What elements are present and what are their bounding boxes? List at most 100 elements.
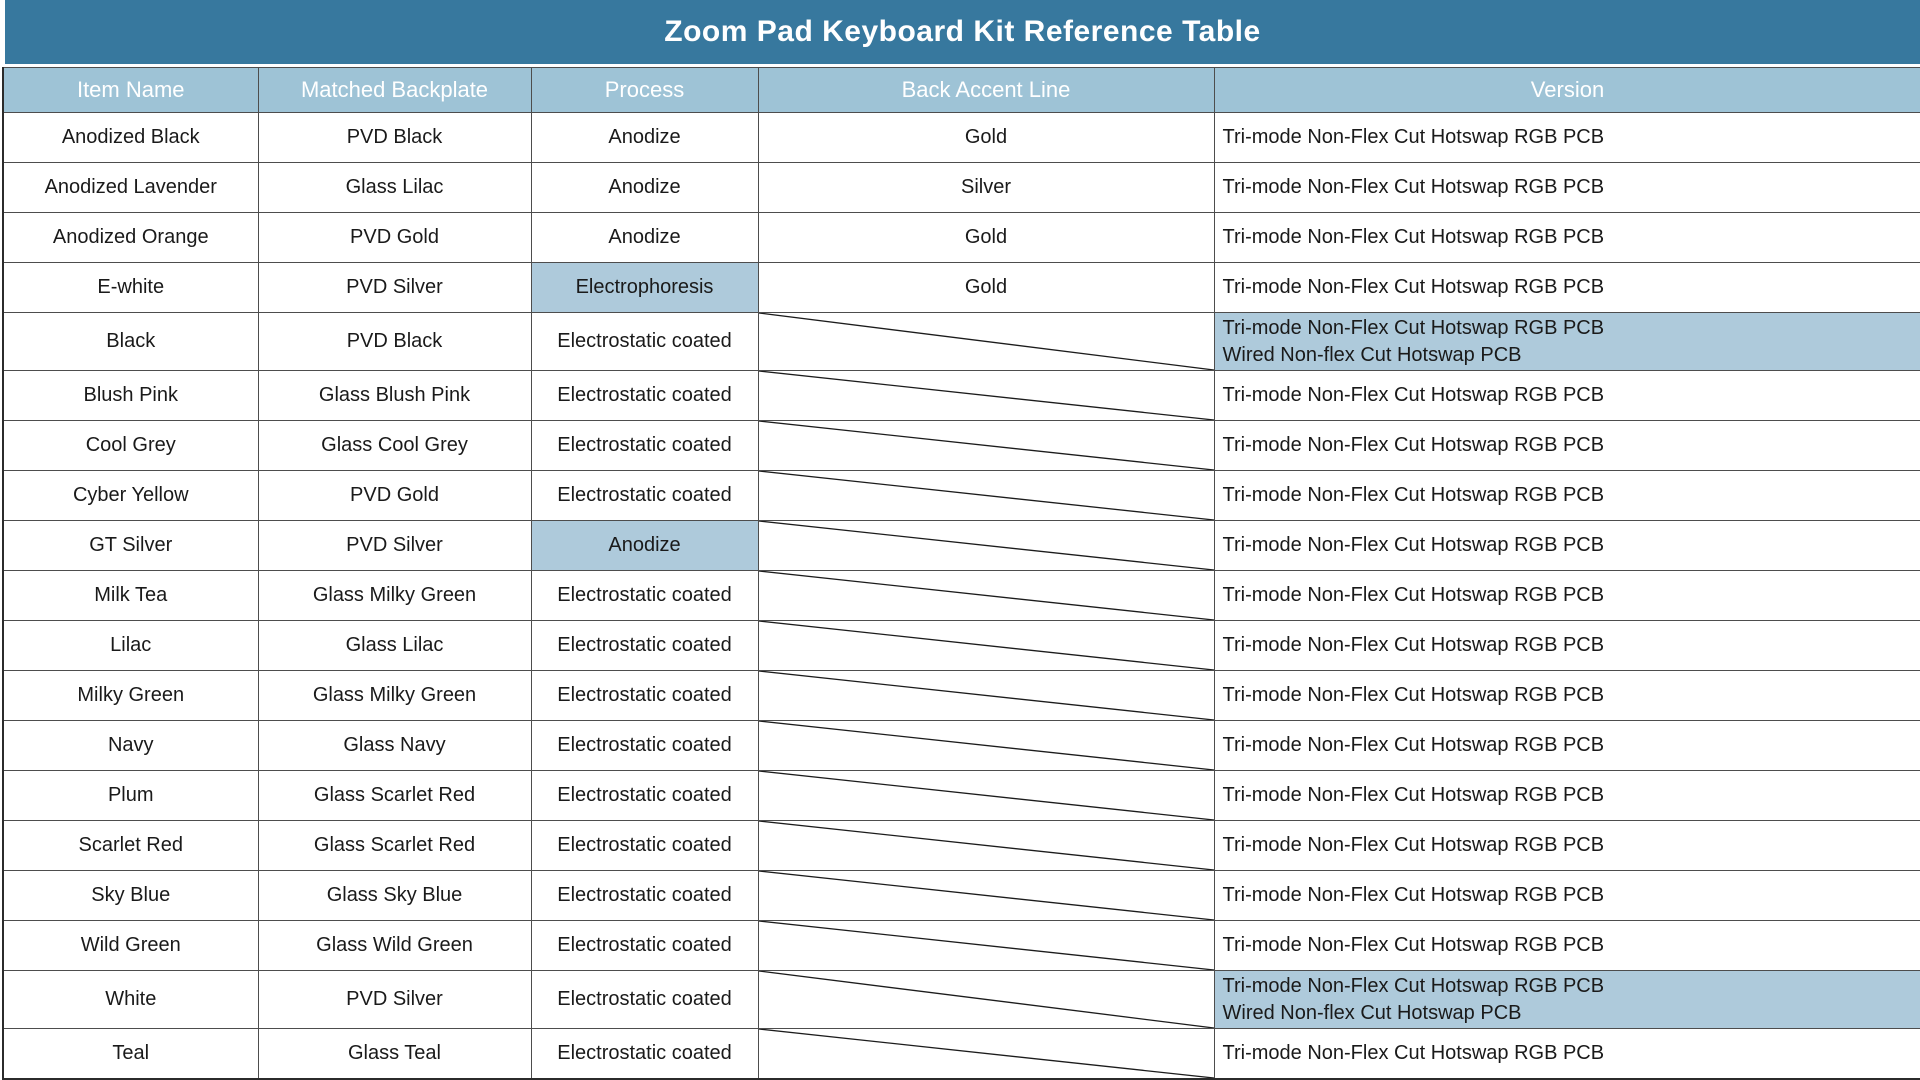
na-diagonal-line <box>759 771 1214 820</box>
cell-item-name: Milk Tea <box>3 571 258 621</box>
cell-back-accent-line <box>758 871 1214 921</box>
cell-item-name: Sky Blue <box>3 871 258 921</box>
na-diagonal-line <box>759 971 1214 1028</box>
table-title-bar: Zoom Pad Keyboard Kit Reference Table <box>5 0 1920 67</box>
cell-version: Tri-mode Non-Flex Cut Hotswap RGB PCB <box>1214 871 1920 921</box>
cell-matched-backplate: PVD Black <box>258 313 531 371</box>
cell-back-accent-line: Silver <box>758 163 1214 213</box>
cell-version: Tri-mode Non-Flex Cut Hotswap RGB PCB <box>1214 771 1920 821</box>
na-diagonal-line <box>759 571 1214 620</box>
cell-item-name: Scarlet Red <box>3 821 258 871</box>
cell-item-name: Anodized Orange <box>3 213 258 263</box>
version-line: Tri-mode Non-Flex Cut Hotswap RGB PCB <box>1223 224 1920 251</box>
cell-version: Tri-mode Non-Flex Cut Hotswap RGB PCB <box>1214 1029 1920 1080</box>
version-line: Tri-mode Non-Flex Cut Hotswap RGB PCB <box>1223 124 1920 151</box>
cell-matched-backplate: Glass Scarlet Red <box>258 771 531 821</box>
na-diagonal-line <box>759 521 1214 570</box>
cell-matched-backplate: Glass Cool Grey <box>258 421 531 471</box>
cell-back-accent-line <box>758 571 1214 621</box>
cell-matched-backplate: Glass Lilac <box>258 621 531 671</box>
na-diagonal-line <box>759 471 1214 520</box>
cell-process: Anodize <box>531 521 758 571</box>
cell-process: Electrostatic coated <box>531 1029 758 1080</box>
table-row: PlumGlass Scarlet RedElectrostatic coate… <box>3 771 1920 821</box>
table-row: Sky BlueGlass Sky BlueElectrostatic coat… <box>3 871 1920 921</box>
cell-process: Electrostatic coated <box>531 871 758 921</box>
cell-item-name: GT Silver <box>3 521 258 571</box>
table-row: TealGlass TealElectrostatic coated Tri-mo… <box>3 1029 1920 1080</box>
cell-back-accent-line <box>758 971 1214 1029</box>
table-body: Anodized BlackPVD BlackAnodizeGoldTri-mo… <box>3 113 1920 1080</box>
na-diagonal-line <box>759 313 1214 370</box>
col-header-process: Process <box>531 68 758 113</box>
table-row: Cyber YellowPVD GoldElectrostatic coated… <box>3 471 1920 521</box>
table-row: Milk TeaGlass Milky GreenElectrostatic c… <box>3 571 1920 621</box>
cell-item-name: White <box>3 971 258 1029</box>
cell-item-name: Navy <box>3 721 258 771</box>
table-row: Anodized LavenderGlass LilacAnodizeSilve… <box>3 163 1920 213</box>
version-line: Tri-mode Non-Flex Cut Hotswap RGB PCB <box>1223 274 1920 301</box>
na-diagonal-line <box>759 621 1214 670</box>
na-diagonal-line <box>759 421 1214 470</box>
cell-item-name: Wild Green <box>3 921 258 971</box>
cell-process: Electrostatic coated <box>531 371 758 421</box>
cell-version: Tri-mode Non-Flex Cut Hotswap RGB PCB <box>1214 471 1920 521</box>
table-row: E-whitePVD SilverElectrophoresisGoldTri-… <box>3 263 1920 313</box>
table-row: Wild GreenGlass Wild GreenElectrostatic … <box>3 921 1920 971</box>
cell-matched-backplate: Glass Blush Pink <box>258 371 531 421</box>
version-line: Tri-mode Non-Flex Cut Hotswap RGB PCB <box>1223 932 1920 959</box>
cell-back-accent-line <box>758 771 1214 821</box>
cell-version: Tri-mode Non-Flex Cut Hotswap RGB PCB <box>1214 921 1920 971</box>
cell-item-name: Cool Grey <box>3 421 258 471</box>
cell-back-accent-line <box>758 421 1214 471</box>
table-row: WhitePVD SilverElectrostatic coated Tri-m… <box>3 971 1920 1029</box>
cell-process: Anodize <box>531 163 758 213</box>
cell-back-accent-line: Gold <box>758 213 1214 263</box>
table-row: Anodized OrangePVD GoldAnodizeGoldTri-mo… <box>3 213 1920 263</box>
cell-back-accent-line <box>758 921 1214 971</box>
version-line: Tri-mode Non-Flex Cut Hotswap RGB PCB <box>1223 832 1920 859</box>
version-line: Wired Non-flex Cut Hotswap PCB <box>1223 1000 1920 1027</box>
cell-matched-backplate: Glass Milky Green <box>258 671 531 721</box>
version-line: Tri-mode Non-Flex Cut Hotswap RGB PCB <box>1223 1040 1920 1067</box>
cell-version: Tri-mode Non-Flex Cut Hotswap RGB PCBWir… <box>1214 971 1920 1029</box>
cell-back-accent-line <box>758 621 1214 671</box>
cell-back-accent-line <box>758 371 1214 421</box>
cell-matched-backplate: PVD Silver <box>258 971 531 1029</box>
cell-back-accent-line: Gold <box>758 113 1214 163</box>
table-row: NavyGlass NavyElectrostatic coatedTri-mo… <box>3 721 1920 771</box>
cell-item-name: Teal <box>3 1029 258 1080</box>
cell-matched-backplate: PVD Silver <box>258 263 531 313</box>
cell-matched-backplate: Glass Teal <box>258 1029 531 1080</box>
cell-version: Tri-mode Non-Flex Cut Hotswap RGB PCB <box>1214 721 1920 771</box>
na-diagonal-line <box>759 921 1214 970</box>
cell-item-name: Milky Green <box>3 671 258 721</box>
version-line: Tri-mode Non-Flex Cut Hotswap RGB PCB <box>1223 432 1920 459</box>
version-line: Tri-mode Non-Flex Cut Hotswap RGB PCB <box>1223 732 1920 759</box>
cell-matched-backplate: Glass Navy <box>258 721 531 771</box>
cell-back-accent-line <box>758 471 1214 521</box>
cell-back-accent-line <box>758 721 1214 771</box>
cell-matched-backplate: PVD Gold <box>258 471 531 521</box>
cell-matched-backplate: Glass Scarlet Red <box>258 821 531 871</box>
version-line: Tri-mode Non-Flex Cut Hotswap RGB PCB <box>1223 682 1920 709</box>
cell-version: Tri-mode Non-Flex Cut Hotswap RGB PCB <box>1214 821 1920 871</box>
cell-item-name: Anodized Lavender <box>3 163 258 213</box>
col-header-item-name: Item Name <box>3 68 258 113</box>
table-header: Item Name Matched Backplate Process Back… <box>3 68 1920 113</box>
cell-item-name: E-white <box>3 263 258 313</box>
version-line: Tri-mode Non-Flex Cut Hotswap RGB PCB <box>1223 174 1920 201</box>
cell-process: Electrostatic coated <box>531 821 758 871</box>
cell-process: Electrostatic coated <box>531 971 758 1029</box>
cell-version: Tri-mode Non-Flex Cut Hotswap RGB PCB <box>1214 621 1920 671</box>
cell-process: Anodize <box>531 113 758 163</box>
cell-version: Tri-mode Non-Flex Cut Hotswap RGB PCB <box>1214 521 1920 571</box>
cell-item-name: Lilac <box>3 621 258 671</box>
cell-matched-backplate: Glass Milky Green <box>258 571 531 621</box>
version-line: Tri-mode Non-Flex Cut Hotswap RGB PCB <box>1223 382 1920 409</box>
table-row: Milky GreenGlass Milky GreenElectrostati… <box>3 671 1920 721</box>
version-line: Tri-mode Non-Flex Cut Hotswap RGB PCB <box>1223 482 1920 509</box>
cell-matched-backplate: Glass Sky Blue <box>258 871 531 921</box>
version-line: Tri-mode Non-Flex Cut Hotswap RGB PCB <box>1223 632 1920 659</box>
cell-matched-backplate: PVD Gold <box>258 213 531 263</box>
